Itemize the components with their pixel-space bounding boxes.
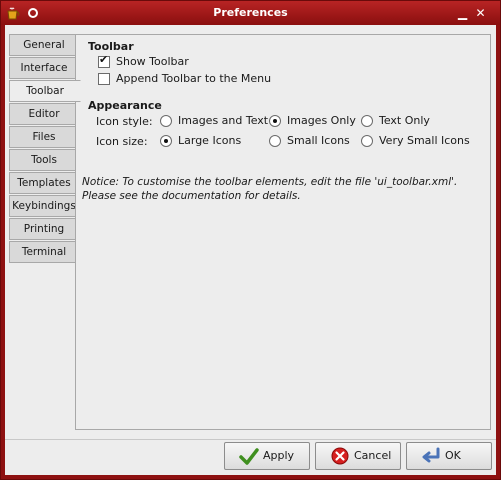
- show-toolbar-label: Show Toolbar: [116, 55, 189, 68]
- window-title: Preferences: [213, 6, 288, 19]
- tab-list: General Interface Toolbar Editor Files T…: [9, 34, 81, 264]
- radio-label: Very Small Icons: [379, 134, 470, 147]
- append-toolbar-option[interactable]: Append Toolbar to the Menu: [98, 72, 271, 86]
- cancel-button-label: Cancel: [354, 449, 392, 462]
- radio-very-small-icons[interactable]: Very Small Icons: [361, 134, 470, 148]
- radio-images-only[interactable]: Images Only: [269, 114, 356, 128]
- tab-general[interactable]: General: [9, 34, 79, 56]
- dialog-body: General Interface Toolbar Editor Files T…: [5, 25, 496, 475]
- icon-style-label: Icon style:: [96, 115, 153, 128]
- tab-printing[interactable]: Printing: [9, 218, 79, 240]
- radio-label: Images and Text: [178, 114, 269, 127]
- appearance-section-title: Appearance: [88, 99, 162, 112]
- checkmark-icon: [239, 448, 259, 465]
- ok-button[interactable]: OK: [406, 442, 492, 470]
- cancel-icon: [331, 447, 349, 465]
- radio-button[interactable]: [269, 135, 281, 147]
- radio-button-selected[interactable]: [269, 115, 281, 127]
- radio-large-icons[interactable]: Large Icons: [160, 134, 241, 148]
- apply-button[interactable]: Apply: [224, 442, 310, 470]
- button-separator: [5, 439, 496, 440]
- radio-images-and-text[interactable]: Images and Text: [160, 114, 268, 128]
- radio-label: Text Only: [379, 114, 430, 127]
- toolbar-notice: Notice: To customise the toolbar element…: [82, 176, 458, 202]
- radio-small-icons[interactable]: Small Icons: [269, 134, 350, 148]
- title-bar[interactable]: Preferences ▁ ✕: [1, 1, 500, 25]
- apply-button-label: Apply: [263, 449, 295, 462]
- minimize-icon[interactable]: ▁: [455, 6, 470, 20]
- append-toolbar-checkbox[interactable]: [98, 73, 110, 85]
- tab-toolbar[interactable]: Toolbar: [9, 80, 81, 102]
- append-toolbar-label: Append Toolbar to the Menu: [116, 72, 272, 85]
- radio-button-selected[interactable]: [160, 135, 172, 147]
- show-toolbar-checkbox[interactable]: ✔: [98, 53, 110, 68]
- radio-label: Images Only: [287, 114, 356, 127]
- icon-size-label: Icon size:: [96, 135, 148, 148]
- tab-tools[interactable]: Tools: [9, 149, 79, 171]
- cancel-button[interactable]: Cancel: [315, 442, 401, 470]
- close-icon[interactable]: ✕: [473, 6, 488, 20]
- checkmark-icon: ✔: [99, 53, 109, 66]
- radio-text-only[interactable]: Text Only: [361, 114, 430, 128]
- tab-editor[interactable]: Editor: [9, 103, 79, 125]
- radio-button[interactable]: [361, 135, 373, 147]
- radio-label: Large Icons: [178, 134, 242, 147]
- show-toolbar-option[interactable]: ✔ Show Toolbar: [98, 53, 189, 69]
- radio-label: Small Icons: [287, 134, 350, 147]
- radio-button[interactable]: [160, 115, 172, 127]
- tab-terminal[interactable]: Terminal: [9, 241, 79, 263]
- tab-keybindings[interactable]: Keybindings: [9, 195, 79, 217]
- tab-files[interactable]: Files: [9, 126, 79, 148]
- tab-interface[interactable]: Interface: [9, 57, 79, 79]
- enter-arrow-icon: [422, 447, 440, 463]
- ok-button-label: OK: [445, 449, 461, 462]
- tab-templates[interactable]: Templates: [9, 172, 79, 194]
- toolbar-section-title: Toolbar: [88, 40, 134, 53]
- toolbar-settings-panel: Toolbar ✔ Show Toolbar Append Toolbar to …: [75, 34, 491, 430]
- radio-button[interactable]: [361, 115, 373, 127]
- preferences-window: Preferences ▁ ✕ General Interface Toolba…: [0, 0, 501, 480]
